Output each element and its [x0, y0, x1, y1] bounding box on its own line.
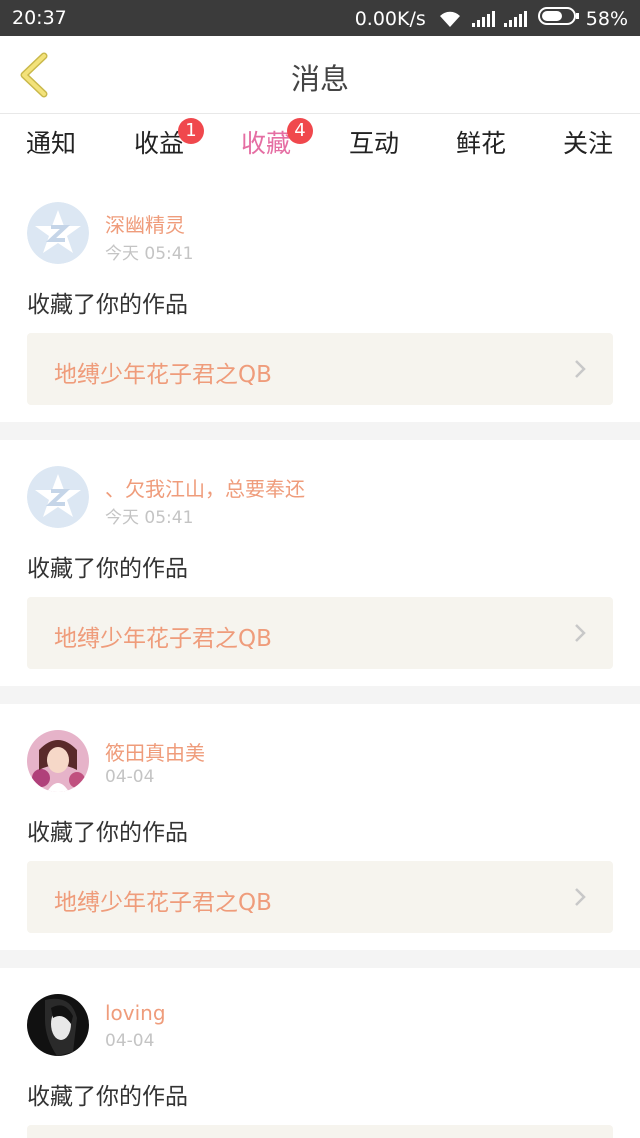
- message-time: 今天 05:41: [105, 508, 194, 528]
- divider: [0, 422, 640, 440]
- chevron-right-icon: [575, 624, 586, 642]
- message-card: 、欠我江山，总要奉还 今天 05:41 收藏了你的作品 地缚少年花子君之QB: [0, 440, 640, 686]
- cell-signal-icon: [471, 10, 496, 27]
- unread-badge: 4: [287, 118, 313, 144]
- work-link[interactable]: 地缚少年花子君之QB: [27, 333, 613, 405]
- message-text: 收藏了你的作品: [27, 292, 188, 318]
- username[interactable]: 深幽精灵: [105, 209, 185, 238]
- username[interactable]: 筱田真由美: [105, 737, 205, 766]
- message-time: 04-04: [105, 767, 155, 787]
- work-link[interactable]: [27, 1125, 613, 1138]
- tab-favorites[interactable]: 收藏 4: [241, 118, 313, 177]
- tab-label: 通知: [26, 129, 77, 158]
- tab-interactions[interactable]: 互动: [349, 124, 399, 160]
- tab-earnings[interactable]: 收益 1: [134, 118, 204, 160]
- anime-girl-avatar-icon: [27, 730, 89, 792]
- divider: [0, 950, 640, 968]
- username[interactable]: 、欠我江山，总要奉还: [105, 473, 305, 502]
- work-title: 地缚少年花子君之QB: [54, 362, 272, 388]
- avatar[interactable]: [27, 994, 89, 1056]
- message-text: 收藏了你的作品: [27, 1084, 188, 1110]
- tab-flowers[interactable]: 鲜花: [456, 124, 506, 160]
- header: 消息: [0, 36, 640, 114]
- tab-label: 收益: [134, 129, 185, 158]
- username[interactable]: loving: [105, 1001, 166, 1025]
- status-bar: 20:37 0.00K/s 58%: [0, 0, 640, 36]
- tab-label: 收藏: [241, 129, 292, 158]
- tab-notifications[interactable]: 通知: [26, 124, 76, 160]
- cell-signal-icon-2: [503, 10, 528, 27]
- unread-badge: 1: [178, 118, 204, 144]
- message-time: 今天 05:41: [105, 244, 194, 264]
- message-time: 04-04: [105, 1031, 155, 1051]
- message-text: 收藏了你的作品: [27, 556, 188, 582]
- default-qq-icon: [27, 466, 89, 528]
- tab-following[interactable]: 关注: [563, 124, 613, 160]
- default-qq-icon: [27, 202, 89, 264]
- message-card: loving 04-04 收藏了你的作品: [0, 968, 640, 1138]
- chevron-right-icon: [575, 360, 586, 378]
- divider: [0, 686, 640, 704]
- tab-label: 关注: [563, 129, 614, 158]
- message-card: 筱田真由美 04-04 收藏了你的作品 地缚少年花子君之QB: [0, 704, 640, 950]
- avatar[interactable]: [27, 730, 89, 792]
- bw-portrait-avatar-icon: [27, 994, 89, 1056]
- work-link[interactable]: 地缚少年花子君之QB: [27, 861, 613, 933]
- battery-percent: 58%: [585, 7, 628, 30]
- message-card: 深幽精灵 今天 05:41 收藏了你的作品 地缚少年花子君之QB: [0, 170, 640, 422]
- work-link[interactable]: 地缚少年花子君之QB: [27, 597, 613, 669]
- avatar[interactable]: [27, 202, 89, 264]
- battery-icon: [537, 7, 580, 30]
- avatar[interactable]: [27, 466, 89, 528]
- tab-label: 鲜花: [456, 129, 507, 158]
- chevron-right-icon: [575, 888, 586, 906]
- page-title: 消息: [290, 62, 349, 96]
- status-time: 20:37: [12, 7, 67, 29]
- work-title: 地缚少年花子君之QB: [54, 890, 272, 916]
- work-title: 地缚少年花子君之QB: [54, 626, 272, 652]
- network-speed: 0.00K/s: [354, 7, 426, 30]
- tab-bar: 通知 收益 1 收藏 4 互动 鲜花 关注: [0, 114, 640, 177]
- message-text: 收藏了你的作品: [27, 820, 188, 846]
- tab-label: 互动: [349, 129, 400, 158]
- wifi-icon: [438, 10, 462, 28]
